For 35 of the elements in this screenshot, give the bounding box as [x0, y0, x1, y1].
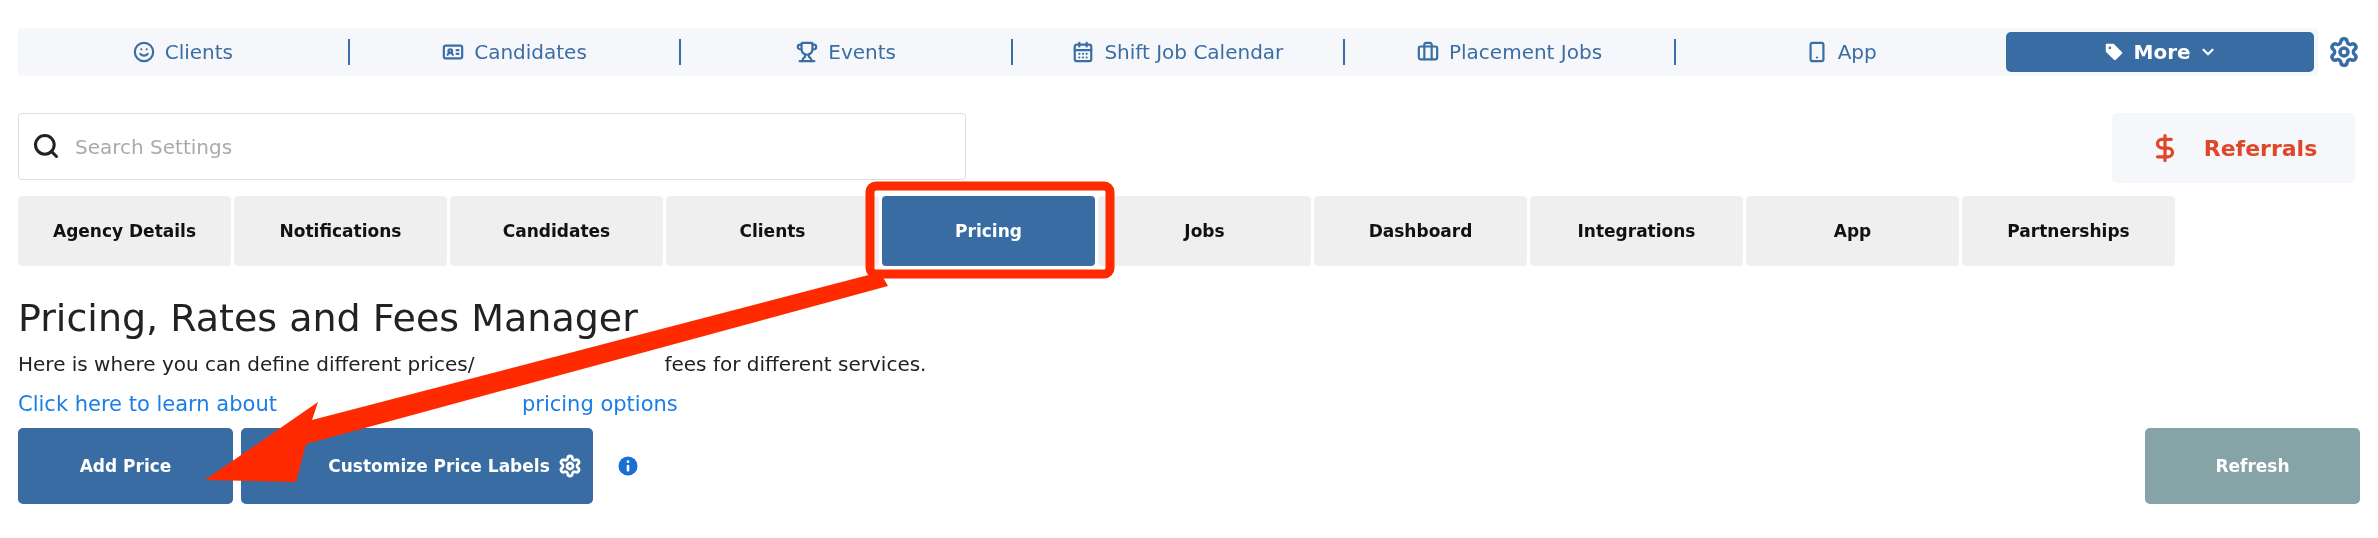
settings-tab[interactable]: Agency Details: [18, 196, 231, 266]
settings-tab[interactable]: Clients: [666, 196, 879, 266]
referrals-button[interactable]: Referrals: [2112, 113, 2355, 183]
search-field[interactable]: Search Settings: [18, 113, 966, 180]
settings-tab[interactable]: Notifications: [234, 196, 447, 266]
settings-tab[interactable]: Dashboard: [1314, 196, 1527, 266]
description-text: Here is where you can define different prices/: [18, 352, 475, 376]
description-text: fees for different services.: [664, 352, 927, 376]
smiley-icon: [132, 41, 155, 63]
settings-tab[interactable]: Pricing: [882, 196, 1095, 266]
nav-link[interactable]: Shift Job Calendar: [1013, 40, 1343, 64]
settings-tab[interactable]: Jobs: [1098, 196, 1311, 266]
briefcase-icon: [1416, 41, 1439, 63]
settings-tab[interactable]: Candidates: [450, 196, 663, 266]
nav-link[interactable]: Events: [681, 40, 1011, 64]
calendar-icon: [1072, 41, 1095, 63]
trophy-icon: [796, 41, 819, 63]
help-link[interactable]: Click here to learn about: [18, 392, 277, 416]
more-button[interactable]: More: [2006, 32, 2315, 72]
help-link[interactable]: pricing options: [521, 392, 678, 416]
nav-link[interactable]: Clients: [18, 40, 348, 64]
settings-tab[interactable]: App: [1746, 196, 1959, 266]
search-icon: [32, 132, 60, 160]
nav-link[interactable]: Placement Jobs: [1344, 40, 1675, 64]
id-card-icon: [442, 41, 465, 63]
nav-link[interactable]: App: [1676, 40, 2007, 64]
nav-link[interactable]: Candidates: [349, 40, 680, 64]
add-price-button[interactable]: Add Price: [18, 428, 233, 504]
tag-icon: [2103, 41, 2126, 63]
gear-icon: [557, 454, 582, 478]
settings-icon[interactable]: [2328, 36, 2360, 68]
info-icon[interactable]: [615, 453, 641, 479]
settings-tab[interactable]: Integrations: [1530, 196, 1743, 266]
settings-tab[interactable]: Partnerships: [1962, 196, 2175, 266]
page-title: Pricing, Rates and Fees Manager: [18, 296, 639, 340]
